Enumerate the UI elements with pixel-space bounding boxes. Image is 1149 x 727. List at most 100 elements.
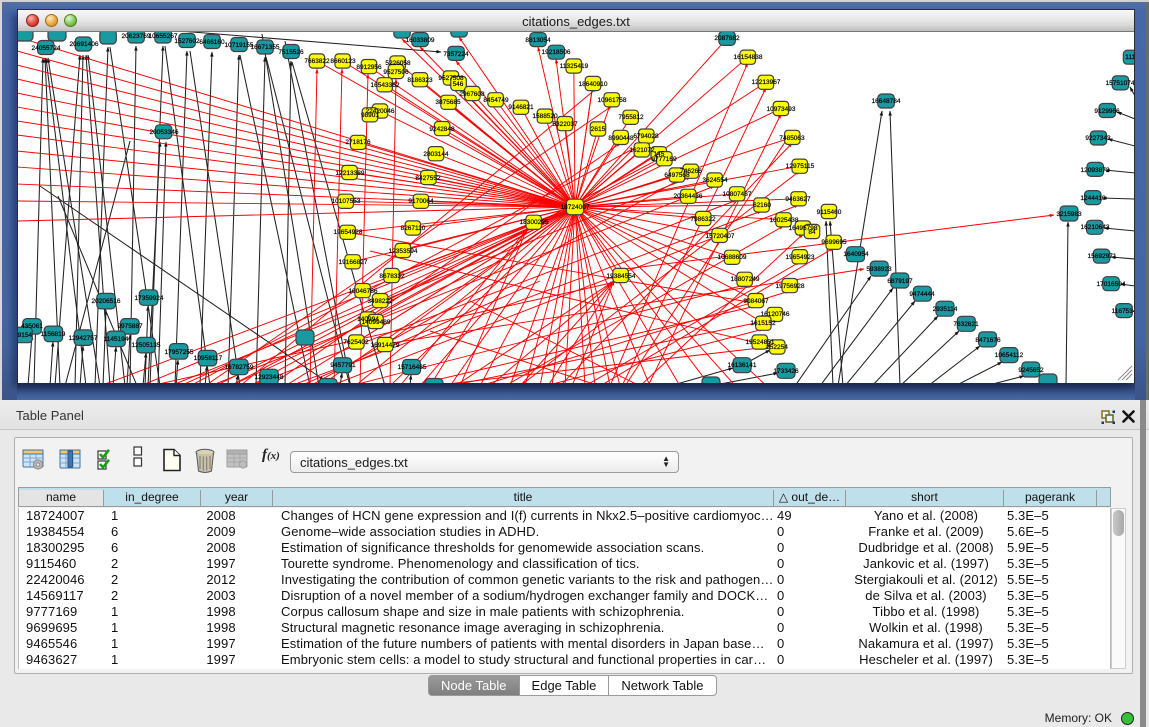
svg-text:8454749: 8454749 xyxy=(483,97,509,104)
svg-text:5226058: 5226058 xyxy=(385,60,411,67)
svg-text:10958117: 10958117 xyxy=(194,355,223,362)
svg-text:9777169: 9777169 xyxy=(651,156,677,163)
svg-text:1588520: 1588520 xyxy=(532,113,558,120)
svg-text:10046786: 10046786 xyxy=(349,288,378,295)
svg-text:10807487: 10807487 xyxy=(723,191,752,198)
svg-text:17359924: 17359924 xyxy=(135,295,164,302)
svg-text:10688609: 10688609 xyxy=(718,254,747,261)
svg-text:9474444: 9474444 xyxy=(909,291,935,298)
svg-text:5322037: 5322037 xyxy=(552,121,578,128)
svg-text:10107553: 10107553 xyxy=(332,198,361,205)
svg-text:15720407: 15720407 xyxy=(706,233,735,240)
svg-text:9242848: 9242848 xyxy=(429,126,455,133)
svg-text:7986322: 7986322 xyxy=(690,216,716,223)
svg-text:1733426: 1733426 xyxy=(773,368,799,375)
svg-text:12093872: 12093872 xyxy=(1081,167,1110,174)
svg-text:8678332: 8678332 xyxy=(379,273,405,280)
svg-text:16648784: 16648784 xyxy=(872,98,901,105)
svg-text:16782759: 16782759 xyxy=(225,364,254,371)
svg-text:1615152: 1615152 xyxy=(750,320,776,327)
svg-text:7625402: 7625402 xyxy=(343,339,369,346)
svg-text:252254: 252254 xyxy=(766,344,788,351)
svg-text:8427552: 8427552 xyxy=(415,175,441,182)
svg-text:9463627: 9463627 xyxy=(785,196,811,203)
svg-text:8912956: 8912956 xyxy=(356,64,382,71)
svg-text:3875685: 3875685 xyxy=(435,99,461,106)
svg-text:6879197: 6879197 xyxy=(887,278,913,285)
svg-text:12975115: 12975115 xyxy=(786,163,815,170)
svg-text:1167534: 1167534 xyxy=(1112,308,1134,315)
svg-text:2615: 2615 xyxy=(591,126,606,133)
svg-text:7632621: 7632621 xyxy=(953,321,979,328)
svg-text:24055724: 24055724 xyxy=(32,45,61,52)
svg-text:5938923: 5938923 xyxy=(866,266,892,273)
svg-text:19218506: 19218506 xyxy=(542,49,571,56)
svg-text:10719155: 10719155 xyxy=(225,42,254,49)
svg-text:1145194: 1145194 xyxy=(104,336,129,343)
svg-text:10654112: 10654112 xyxy=(995,352,1024,359)
svg-text:9170064: 9170064 xyxy=(408,198,434,205)
svg-text:62160: 62160 xyxy=(753,202,771,209)
svg-text:1527602: 1527602 xyxy=(174,38,200,45)
svg-text:2087682: 2087682 xyxy=(714,35,740,42)
svg-text:20053346: 20053346 xyxy=(150,129,179,136)
svg-text:7955812: 7955812 xyxy=(618,114,644,121)
svg-text:16033809: 16033809 xyxy=(406,37,435,44)
svg-text:20206516: 20206516 xyxy=(92,298,121,305)
svg-text:1156819: 1156819 xyxy=(41,331,66,338)
svg-text:9084067: 9084067 xyxy=(743,298,769,305)
svg-text:546: 546 xyxy=(453,81,464,88)
svg-text:7515526: 7515526 xyxy=(278,49,304,56)
svg-text:12353594: 12353594 xyxy=(389,248,418,255)
svg-text:16210643: 16210643 xyxy=(1081,224,1110,231)
svg-text:2967608: 2967608 xyxy=(459,91,485,98)
svg-text:9115460: 9115460 xyxy=(817,209,842,216)
svg-text:15692971: 15692971 xyxy=(1088,253,1117,260)
svg-text:9129966: 9129966 xyxy=(1094,108,1120,115)
svg-text:16120746: 16120746 xyxy=(761,311,790,318)
svg-text:7485063: 7485063 xyxy=(779,135,805,142)
svg-text:3624554: 3624554 xyxy=(702,177,728,184)
svg-text:8813054: 8813054 xyxy=(525,37,551,44)
svg-text:84: 84 xyxy=(808,229,816,236)
svg-text:19166827: 19166827 xyxy=(339,259,368,266)
svg-text:8186323: 8186323 xyxy=(407,77,433,84)
svg-text:12213389: 12213389 xyxy=(336,170,365,177)
svg-text:9227343: 9227343 xyxy=(1085,135,1111,142)
svg-text:1640954: 1640954 xyxy=(843,251,869,258)
svg-text:20364436: 20364436 xyxy=(674,193,703,200)
svg-text:19384554: 19384554 xyxy=(607,273,636,280)
svg-text:6466160: 6466160 xyxy=(199,39,225,46)
svg-text:17957255: 17957255 xyxy=(165,349,194,356)
svg-text:16914479: 16914479 xyxy=(371,342,400,349)
svg-text:9457791: 9457791 xyxy=(330,362,356,369)
svg-text:9146821: 9146821 xyxy=(508,104,534,111)
svg-text:19654923: 19654923 xyxy=(786,254,815,261)
svg-text:6497568: 6497568 xyxy=(664,172,690,179)
svg-text:19654928: 19654928 xyxy=(334,229,363,236)
svg-text:15751074: 15751074 xyxy=(1106,80,1134,87)
svg-text:1244419: 1244419 xyxy=(1080,195,1106,202)
svg-text:16543362: 16543362 xyxy=(371,82,400,89)
svg-text:17016504: 17016504 xyxy=(1097,281,1126,288)
svg-text:15716485: 15716485 xyxy=(398,364,427,371)
svg-text:18640910: 18640910 xyxy=(579,81,608,88)
svg-text:7663822: 7663822 xyxy=(304,58,330,65)
svg-text:3498222: 3498222 xyxy=(367,298,393,305)
svg-text:16671355: 16671355 xyxy=(251,44,280,51)
svg-text:20623769: 20623769 xyxy=(122,33,151,40)
svg-text:11325419: 11325419 xyxy=(560,63,589,70)
svg-text:9245652: 9245652 xyxy=(1018,367,1044,374)
svg-text:16136141: 16136141 xyxy=(728,362,757,369)
svg-text:10025438: 10025438 xyxy=(770,217,799,224)
svg-text:12923448: 12923448 xyxy=(255,374,284,381)
svg-text:2803144: 2803144 xyxy=(423,151,449,158)
svg-text:12505135: 12505135 xyxy=(132,342,161,349)
svg-text:18300295: 18300295 xyxy=(520,219,549,226)
svg-text:18807249: 18807249 xyxy=(731,276,760,283)
svg-text:20691406: 20691406 xyxy=(70,41,99,48)
svg-text:10961758: 10961758 xyxy=(598,97,627,104)
svg-text:8471676: 8471676 xyxy=(975,337,1001,344)
svg-text:16154838: 16154838 xyxy=(734,54,763,61)
svg-text:3215983: 3215983 xyxy=(1056,211,1082,218)
